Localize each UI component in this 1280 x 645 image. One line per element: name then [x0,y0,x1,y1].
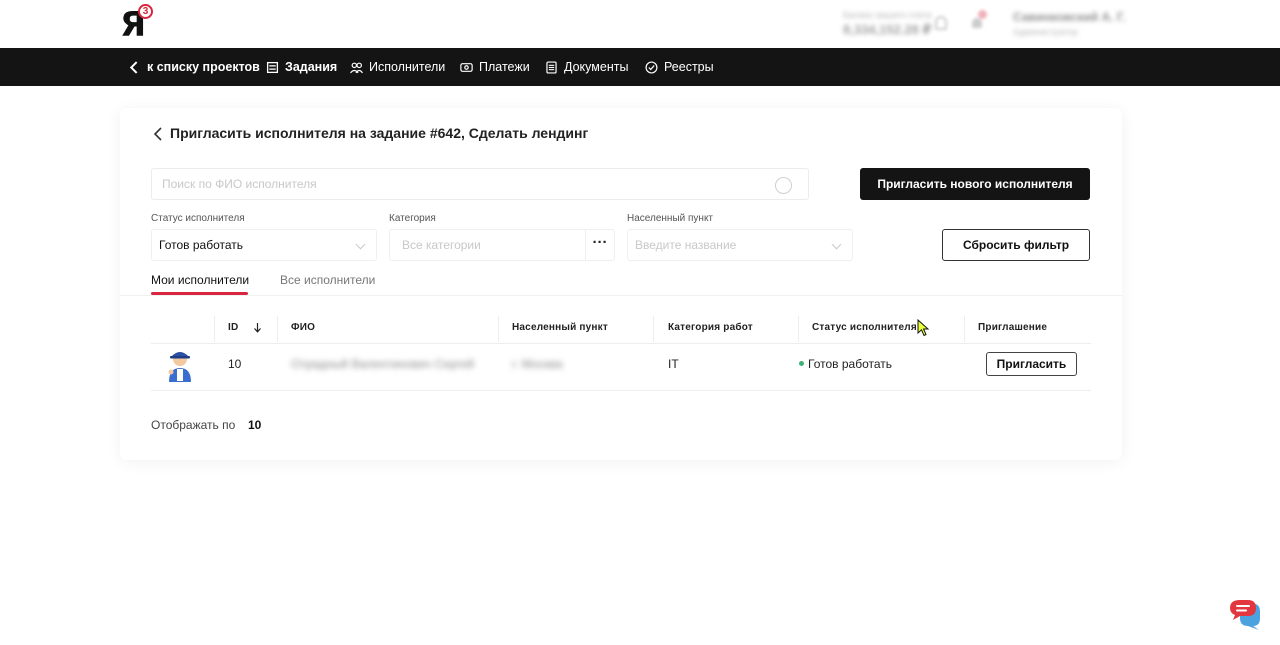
category-filter-select[interactable]: Все категории ··· [389,229,615,261]
nav-tasks[interactable]: Задания [266,48,337,86]
more-dots-icon[interactable]: ··· [585,230,614,260]
notification-icon[interactable] [972,10,987,28]
per-page-select[interactable]: 10 [248,418,261,432]
registry-icon [645,60,658,74]
cell-city: г. Москва [512,357,563,371]
nav-documents-label: Документы [564,60,629,74]
reset-filter-button[interactable]: Сбросить фильтр [942,229,1090,261]
page-title: Пригласить исполнителя на задание #642, … [170,125,589,141]
column-header-invite: Приглашение [978,322,1048,333]
nav-performers-label: Исполнители [369,60,446,74]
nav-registries-label: Реестры [664,60,714,74]
back-to-projects-link[interactable]: к списку проектов [128,48,260,86]
payments-icon [460,62,473,72]
account-balance: Баланс вашего счета 8,334,152.28 ₽ [843,10,932,38]
status-filter-value: Готов работать [159,238,243,252]
balance-label: Баланс вашего счета [843,10,932,20]
chevron-left-icon [129,60,138,74]
per-page-label: Отображать по [151,418,236,432]
nav-documents[interactable]: Документы [545,48,628,86]
search-icon[interactable] [775,177,792,194]
back-arrow-icon[interactable] [152,126,164,142]
column-header-id-label: ID [228,322,239,333]
city-filter-label: Населенный пункт [627,213,714,224]
user-role: Администратор [1013,27,1078,37]
column-separator [498,316,499,342]
invite-card: Пригласить исполнителя на задание #642, … [120,108,1122,460]
invite-new-performer-button[interactable]: Пригласить нового исполнителя [860,168,1090,200]
column-header-fio: ФИО [291,322,316,333]
search-input[interactable] [152,169,752,199]
tab-all-performers[interactable]: Все исполнители [280,273,375,287]
column-separator [214,316,215,342]
cell-status-label: Готов работать [808,357,892,371]
nav-payments[interactable]: Платежи [460,48,530,86]
nav-payments-label: Платежи [479,60,530,74]
sort-arrow-down-icon[interactable] [253,322,262,333]
status-filter-label: Статус исполнителя [151,213,245,224]
user-name: Савинковский А. Г. [1013,10,1126,24]
nav-tasks-label: Задания [285,60,338,74]
notification-bell [972,18,982,28]
status-filter-select[interactable]: Готов работать [151,229,377,261]
column-header-status: Статус исполнителя [812,322,917,333]
tasks-icon [266,61,279,73]
column-separator [964,316,965,342]
tab-my-performers[interactable]: Мои исполнители [151,273,249,287]
city-filter-select[interactable]: Введите название [627,229,853,261]
users-icon [350,62,363,73]
main-navbar: к списку проектов Задания Исполнители Пл… [0,48,1280,86]
category-filter-placeholder: Все категории [402,238,481,252]
column-header-category: Категория работ [668,322,753,333]
chat-support-icon[interactable] [1228,598,1262,632]
balance-value: 8,334,152.28 ₽ [843,22,932,37]
bell-icon[interactable] [935,16,947,30]
column-header-city: Населенный пункт [512,322,608,333]
status-indicator-dot [799,361,804,367]
back-label: к списку проектов [147,60,260,74]
nav-registries[interactable]: Реестры [645,48,714,86]
cell-id: 10 [228,357,242,371]
search-field[interactable] [151,168,809,200]
nav-performers[interactable]: Исполнители [350,48,445,86]
chevron-down-icon [831,239,842,250]
cell-category: IT [668,357,679,371]
column-header-id[interactable]: ID [228,322,261,333]
top-header: Я 3 Баланс вашего счета 8,334,152.28 ₽ С… [0,0,1280,48]
column-separator [277,316,278,342]
logo-badge: 3 [138,4,153,19]
invite-performer-button[interactable]: Пригласить [986,352,1077,376]
user-menu[interactable]: Савинковский А. Г. Администратор [1013,10,1125,37]
documents-icon [546,60,557,74]
category-filter-label: Категория [389,213,436,224]
cell-status: Готов работать [799,357,892,371]
cell-fio: Отрадный Валентинович Сергей [291,357,475,371]
city-filter-placeholder: Введите название [635,238,737,252]
tabs-divider [120,295,1122,296]
chevron-down-icon [355,239,366,250]
column-separator [798,316,799,342]
column-separator [653,316,654,342]
logo[interactable]: Я 3 [120,4,156,42]
table-row-divider [151,390,1091,391]
mouse-cursor-icon [917,319,929,337]
table-header-divider [151,343,1091,344]
avatar [168,352,191,382]
